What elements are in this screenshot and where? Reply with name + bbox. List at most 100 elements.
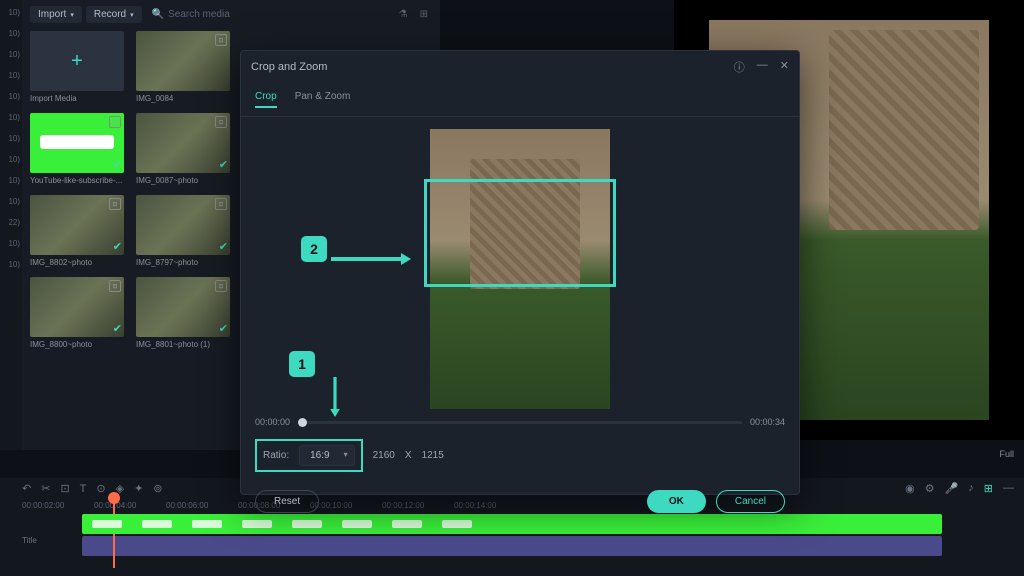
record-button[interactable]: Record ▾ bbox=[86, 6, 142, 23]
frame-tick: 10) bbox=[0, 65, 22, 86]
media-label: IMG_0084 bbox=[136, 94, 230, 103]
frame-tick: 10) bbox=[0, 254, 22, 275]
crop-icon[interactable]: ⊡ bbox=[60, 482, 69, 495]
effects-icon[interactable]: ✦ bbox=[134, 482, 143, 495]
reset-button[interactable]: Reset bbox=[255, 490, 319, 513]
media-item[interactable]: ⊡ ✔ IMG_0087~photo bbox=[136, 113, 230, 185]
chevron-down-icon: ▾ bbox=[130, 11, 134, 19]
frame-tick: 10) bbox=[0, 44, 22, 65]
annotation-step1: 1 bbox=[289, 351, 315, 377]
close-icon[interactable]: ✕ bbox=[780, 59, 789, 75]
frame-tick: 10) bbox=[0, 86, 22, 107]
mic-icon[interactable]: 🎤 bbox=[945, 482, 959, 495]
media-item[interactable]: ⊡ ✔ IMG_8800~photo bbox=[30, 277, 124, 349]
modal-title: Crop and Zoom bbox=[251, 61, 327, 73]
snapshot-icon[interactable]: ⊚ bbox=[153, 482, 162, 495]
crop-region[interactable] bbox=[424, 179, 616, 287]
media-toolbar: Import▾ Record ▾ 🔍 Search media ⚗ ⊞ bbox=[30, 6, 432, 23]
speed-icon[interactable]: ⊙ bbox=[96, 482, 105, 495]
cancel-button[interactable]: Cancel bbox=[716, 490, 785, 513]
modal-tabs: Crop Pan & Zoom bbox=[241, 83, 799, 117]
media-label: IMG_8802~photo bbox=[30, 258, 124, 267]
ratio-label: Ratio: bbox=[263, 450, 289, 461]
crop-zoom-modal: Crop and Zoom ⓘ — ✕ Crop Pan & Zoom 2 1 … bbox=[240, 50, 800, 495]
crop-canvas bbox=[241, 117, 799, 415]
title-track-label: Title bbox=[22, 536, 37, 545]
media-label: IMG_0087~photo bbox=[136, 176, 230, 185]
zoom-icon[interactable]: — bbox=[1003, 482, 1014, 495]
time-end: 00:00:34 bbox=[750, 417, 785, 427]
tab-panzoom[interactable]: Pan & Zoom bbox=[295, 87, 351, 108]
media-label: IMG_8800~photo bbox=[30, 340, 124, 349]
frame-tick: 10) bbox=[0, 107, 22, 128]
mixer-icon[interactable]: ⊞ bbox=[984, 482, 993, 495]
ratio-select[interactable]: 16:9 bbox=[299, 445, 354, 466]
media-label: IMG_8801~photo (1) bbox=[136, 340, 230, 349]
expand-icon: ⊡ bbox=[109, 280, 121, 292]
minimize-icon[interactable]: — bbox=[757, 59, 768, 75]
grid-icon[interactable]: ⊞ bbox=[416, 9, 432, 20]
undo-icon[interactable]: ↶ bbox=[22, 482, 31, 495]
search-placeholder: Search media bbox=[168, 9, 230, 20]
plus-icon: + bbox=[71, 50, 83, 73]
arrow-icon bbox=[295, 377, 375, 420]
marker-icon[interactable]: ◉ bbox=[905, 482, 915, 495]
ruler-tick: 00:00:06:00 bbox=[166, 501, 238, 510]
audio-track[interactable] bbox=[82, 536, 942, 556]
search-input[interactable]: 🔍 Search media bbox=[146, 6, 391, 23]
frame-tick: 10) bbox=[0, 149, 22, 170]
check-icon: ✔ bbox=[113, 158, 122, 171]
search-icon: 🔍 bbox=[152, 9, 164, 20]
annotation-step2: 2 bbox=[301, 236, 327, 262]
modal-titlebar: Crop and Zoom ⓘ — ✕ bbox=[241, 51, 799, 83]
audio-icon[interactable]: ♪ bbox=[968, 482, 974, 495]
ok-button[interactable]: OK bbox=[647, 490, 706, 513]
filter-icon[interactable]: ⚗ bbox=[395, 9, 412, 20]
media-item[interactable]: ⊡✔ IMG_8802~photo bbox=[30, 195, 124, 267]
full-label[interactable]: Full bbox=[999, 449, 1014, 459]
media-item-import[interactable]: + Import Media bbox=[30, 31, 124, 103]
expand-icon: ⊡ bbox=[215, 198, 227, 210]
chevron-down-icon: ▾ bbox=[70, 11, 74, 19]
expand-icon: ⊡ bbox=[215, 116, 227, 128]
check-icon: ✔ bbox=[113, 322, 122, 335]
timeline-right-toolbar: ◉ ⚙ 🎤 ♪ ⊞ — bbox=[905, 482, 1014, 495]
settings-icon[interactable]: ⚙ bbox=[925, 482, 935, 495]
frame-tick: 10) bbox=[0, 2, 22, 23]
frame-tick: 10) bbox=[0, 23, 22, 44]
ruler-tick: 00:00:04:00 bbox=[94, 501, 166, 510]
frame-tick: 10) bbox=[0, 233, 22, 254]
scissors-icon[interactable]: ✂ bbox=[41, 482, 50, 495]
media-label: YouTube-like-subscribe-... bbox=[30, 176, 124, 185]
ratio-highlight: Ratio: 16:9 bbox=[255, 439, 363, 472]
media-label: Import Media bbox=[30, 94, 124, 103]
modal-actions: Reset OK Cancel bbox=[241, 482, 799, 525]
crop-height: 1215 bbox=[422, 450, 444, 461]
frame-tick: 10) bbox=[0, 170, 22, 191]
media-label: IMG_8797~photo bbox=[136, 258, 230, 267]
crop-image[interactable] bbox=[430, 129, 610, 409]
ruler-tick: 00:00:02:00 bbox=[22, 501, 94, 510]
text-icon[interactable]: T bbox=[80, 483, 87, 495]
ratio-row: Ratio: 16:9 2160 X 1215 bbox=[241, 429, 799, 482]
media-item[interactable]: ⊡✔ IMG_8797~photo bbox=[136, 195, 230, 267]
frame-rail: 10) 10) 10) 10) 10) 10) 10) 10) 10) 10) … bbox=[0, 0, 22, 450]
media-item[interactable]: ⊡ IMG_0084 bbox=[136, 31, 230, 103]
media-item[interactable]: ⊡ ✔ YouTube-like-subscribe-... bbox=[30, 113, 124, 185]
frame-tick: 10) bbox=[0, 128, 22, 149]
expand-icon: ⊡ bbox=[109, 116, 121, 128]
time-slider[interactable] bbox=[298, 421, 742, 424]
dimension-sep: X bbox=[405, 450, 412, 461]
record-label: Record bbox=[94, 9, 126, 20]
tab-crop[interactable]: Crop bbox=[255, 87, 277, 108]
crop-width: 2160 bbox=[373, 450, 395, 461]
import-button[interactable]: Import▾ bbox=[30, 6, 82, 23]
help-icon[interactable]: ⓘ bbox=[734, 59, 745, 75]
check-icon: ✔ bbox=[219, 158, 228, 171]
media-item[interactable]: ⊡✔ IMG_8801~photo (1) bbox=[136, 277, 230, 349]
arrow-icon bbox=[331, 239, 411, 282]
frame-tick: 10) bbox=[0, 191, 22, 212]
slider-thumb[interactable] bbox=[298, 418, 307, 427]
frame-tick: 22) bbox=[0, 212, 22, 233]
expand-icon: ⊡ bbox=[215, 34, 227, 46]
